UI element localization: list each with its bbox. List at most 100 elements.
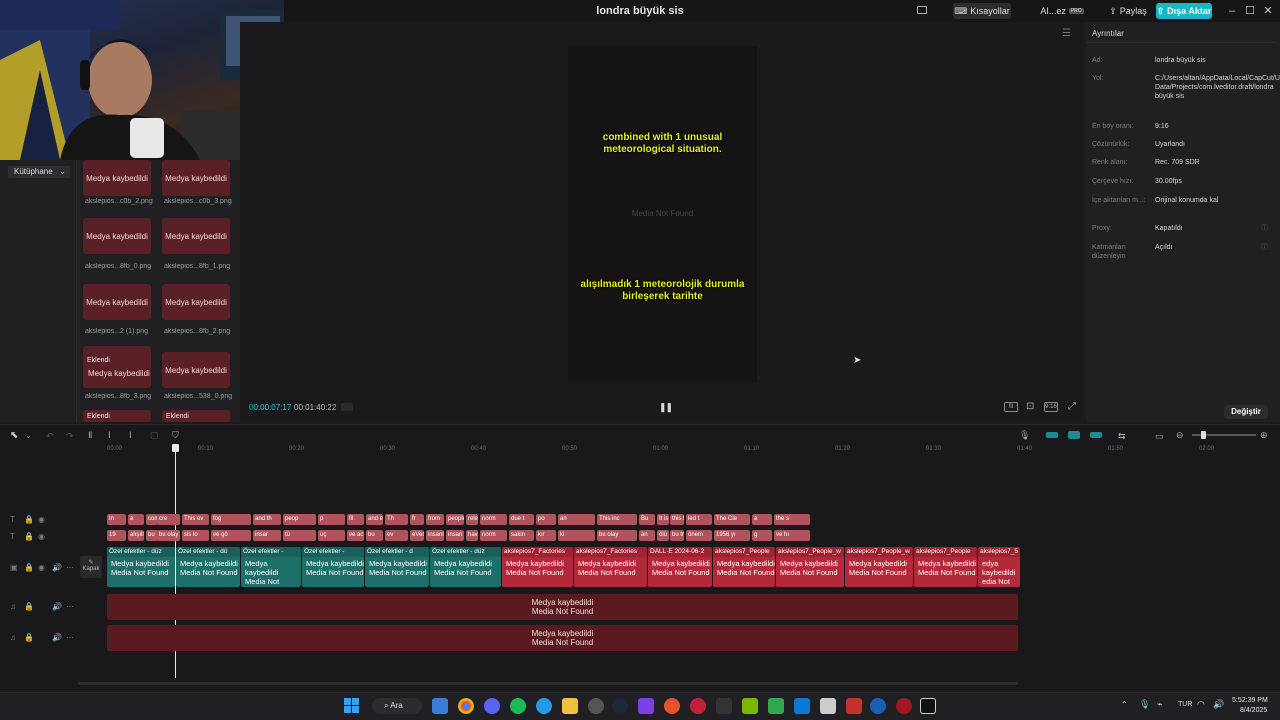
video-clip[interactable]: akslepios7_People Medya kaybedildi Media N…	[713, 547, 775, 587]
text-clip[interactable]: norm	[480, 530, 507, 541]
clock-date[interactable]: 8/4/2025	[1240, 707, 1267, 714]
text-clip[interactable]: bu	[366, 530, 383, 541]
minimize-icon[interactable]: –	[1225, 4, 1239, 18]
eye-icon[interactable]: ◉	[38, 515, 45, 524]
zoom-slider-handle[interactable]	[1201, 431, 1206, 439]
video-clip[interactable]: Özel efektler - düz Medya kaybedildi Media…	[430, 547, 501, 587]
video-clip[interactable]: Özel efektler - Medya kaybedildi Media Not…	[241, 547, 301, 587]
fullscreen-icon[interactable]: ⤢	[1068, 401, 1076, 412]
snap-icon[interactable]	[1068, 431, 1080, 439]
text-clip[interactable]: a	[752, 514, 772, 525]
audio-clip[interactable]: Medya kaybedildi Media Not Found	[107, 625, 1018, 651]
text-clip[interactable]: and th	[253, 514, 281, 525]
info-icon[interactable]: ⓘ	[1261, 242, 1268, 252]
zoom-icon[interactable]: ⊡	[1026, 401, 1034, 412]
media-item[interactable]: Medya kaybedildi	[83, 160, 151, 196]
close-icon[interactable]: ✕	[1261, 4, 1275, 18]
epic-games-icon[interactable]	[716, 698, 732, 714]
video-clip[interactable]: Özel efektler - Medya kaybedildi Media Not…	[302, 547, 364, 587]
text-clip[interactable]: The Cle	[714, 514, 750, 525]
video-clip[interactable]: akslepios7_5edya kaybedildiedia Not Foun…	[978, 547, 1020, 587]
menu-icon[interactable]: ☰	[1062, 28, 1071, 39]
text-clip[interactable]: önem	[686, 530, 712, 541]
aspect-ratio-icon[interactable]: 9:16	[1044, 402, 1058, 412]
text-clip[interactable]: sakin	[509, 530, 534, 541]
lock-icon[interactable]: 🔒	[24, 602, 34, 611]
cover-button[interactable]: ✎ Kapak	[80, 556, 102, 578]
text-clip[interactable]: peop	[283, 514, 316, 525]
media-item[interactable]: Medya kaybedildi	[162, 218, 230, 254]
text-clip[interactable]: havaya	[466, 530, 478, 541]
file-explorer-icon[interactable]	[562, 698, 578, 714]
split-icon[interactable]: Ⅱ	[88, 430, 92, 441]
text-clip[interactable]: This inc	[597, 514, 637, 525]
export-button[interactable]: ⇧ Dışa Aktar	[1156, 3, 1212, 19]
audio-icon[interactable]: 🔊	[52, 563, 62, 572]
text-clip[interactable]: this b	[670, 514, 684, 525]
chrome-icon[interactable]	[458, 698, 474, 714]
media-item[interactable]: Medya kaybedildi	[83, 284, 151, 320]
redo-icon[interactable]: ↷	[66, 431, 74, 442]
steam-icon[interactable]	[612, 698, 628, 714]
chevron-down-icon[interactable]: ⌄	[25, 431, 32, 440]
text-clip[interactable]: fog	[211, 514, 251, 525]
text-clip[interactable]: This ev	[182, 514, 209, 525]
text-clip[interactable]: p	[318, 514, 345, 525]
layout-icon[interactable]	[917, 6, 927, 14]
select-tool-icon[interactable]: ⬉	[10, 430, 18, 441]
edge-icon[interactable]	[536, 698, 552, 714]
app-icon[interactable]	[870, 698, 886, 714]
video-clip[interactable]: akslepios7_People_w Medya kaybedildi Media…	[845, 547, 913, 587]
delete-icon[interactable]: ▢	[150, 430, 159, 441]
app-icon[interactable]	[768, 698, 784, 714]
spotify-icon[interactable]	[510, 698, 526, 714]
more-icon[interactable]: ⋯	[66, 633, 74, 642]
app-icon[interactable]	[846, 698, 862, 714]
text-clip[interactable]: releas	[466, 514, 478, 525]
text-clip[interactable]: insan	[446, 530, 464, 541]
discord-icon[interactable]	[484, 698, 500, 714]
lock-icon[interactable]: 🔒	[24, 633, 34, 642]
text-clip[interactable]: sis lo	[182, 530, 209, 541]
text-clip[interactable]: people	[446, 514, 464, 525]
text-clip[interactable]: eVer	[410, 530, 424, 541]
text-clip[interactable]: insar	[253, 530, 281, 541]
video-clip[interactable]: DALL·E 2024-06-2 Medya kaybedildi Media No…	[648, 547, 712, 587]
notepad-icon[interactable]	[820, 698, 836, 714]
text-clip[interactable]: In	[107, 514, 126, 525]
text-clip[interactable]: bu olay	[157, 530, 180, 541]
preview-axis-icon[interactable]	[1090, 432, 1102, 438]
zoom-out-icon[interactable]: ⊖	[1176, 430, 1184, 441]
speaker-icon[interactable]: 🔊	[52, 602, 62, 611]
timeline-scrollbar[interactable]	[78, 682, 1018, 685]
lock-icon[interactable]: 🔒	[24, 563, 34, 572]
eye-icon[interactable]: ◉	[38, 563, 45, 572]
maximize-icon[interactable]: ☐	[1243, 4, 1257, 18]
change-button[interactable]: Değiştir	[1224, 405, 1268, 419]
video-clip[interactable]: Özel efektler - d Medya kaybedildi Media N…	[365, 547, 429, 587]
taskbar-search[interactable]: ⌕ Ara	[372, 698, 422, 714]
library-tab[interactable]: Kütüphane ⌄	[8, 166, 70, 178]
text-clip[interactable]: norm	[480, 514, 507, 525]
media-item[interactable]: Medya kaybedildi	[162, 352, 230, 388]
volume-icon[interactable]: 🔊	[1213, 699, 1224, 710]
windows-start-icon[interactable]	[344, 698, 359, 713]
ai-button[interactable]: AI...ez PRO	[1036, 3, 1088, 19]
text-clip[interactable]: g	[752, 530, 772, 541]
media-item[interactable]: Medya kaybedildi	[83, 218, 151, 254]
text-clip[interactable]: 1956 yı	[714, 530, 750, 541]
media-item[interactable]: Eklendi	[83, 410, 151, 422]
text-clip[interactable]: a	[128, 514, 144, 525]
microphone-icon[interactable]: 🎙	[1139, 699, 1150, 710]
text-clip[interactable]: from	[426, 514, 444, 525]
link-icon[interactable]	[1046, 432, 1058, 438]
align-icon[interactable]: ⇆	[1118, 431, 1126, 442]
fit-icon[interactable]: fit	[1004, 402, 1018, 412]
text-clip[interactable]: ve acıl	[347, 530, 364, 541]
text-clip[interactable]: the s	[774, 514, 810, 525]
capcut-icon[interactable]	[920, 698, 936, 714]
text-clip[interactable]: kır	[536, 530, 556, 541]
text-clip[interactable]: insanl	[426, 530, 444, 541]
lock-icon[interactable]: 🔒	[24, 515, 34, 524]
video-clip[interactable]: akslepios7_Factories Medya kaybedildi Medi…	[574, 547, 647, 587]
